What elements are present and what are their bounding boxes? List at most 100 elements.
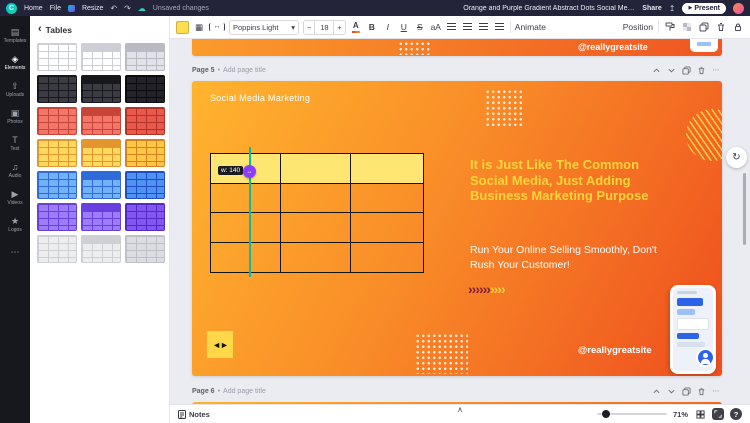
table-template-thumbnail[interactable] (37, 235, 77, 263)
panel-header[interactable]: ‹ Tables (30, 16, 169, 40)
move-page-up-button[interactable] (650, 65, 662, 76)
phone-mockup[interactable] (670, 285, 716, 374)
add-page-title[interactable]: Add page title (223, 388, 266, 395)
italic-button[interactable]: I (382, 20, 394, 34)
menu-resize[interactable]: Resize (82, 5, 103, 12)
add-page-title[interactable]: Add page title (223, 67, 266, 74)
headline-text[interactable]: It is Just Like The Common Social Media,… (470, 157, 668, 204)
table-template-thumbnail[interactable] (37, 107, 77, 135)
move-page-down-button[interactable] (665, 65, 677, 76)
menu-home[interactable]: Home (24, 5, 43, 12)
table-template-thumbnail[interactable] (37, 139, 77, 167)
page-more-button[interactable]: ⋯ (710, 65, 722, 76)
table-cell[interactable] (281, 154, 351, 184)
share-button[interactable]: Share (642, 5, 661, 12)
text-spacing-button[interactable] (494, 20, 506, 34)
grid-view-button[interactable] (694, 409, 706, 420)
move-page-up-button[interactable] (650, 386, 662, 397)
table-cell[interactable] (281, 183, 351, 213)
page-4-canvas[interactable]: @reallygreatsite (192, 39, 722, 56)
table-template-thumbnail[interactable] (125, 43, 165, 71)
delete-page-button[interactable] (695, 386, 707, 397)
table-template-thumbnail[interactable] (125, 171, 165, 199)
duplicate-button[interactable] (698, 20, 710, 34)
delete-page-button[interactable] (695, 65, 707, 76)
table-cell[interactable] (211, 213, 281, 243)
table-template-thumbnail[interactable] (81, 171, 121, 199)
cell-spacing-button[interactable]: ↔ (209, 23, 225, 31)
present-button[interactable]: ▶ Present (682, 2, 726, 14)
table-cell[interactable] (351, 184, 423, 213)
publish-icon[interactable]: ↥ (669, 4, 676, 13)
table-grid-button[interactable]: ▦ (193, 20, 205, 34)
font-size-value[interactable]: 18 (314, 20, 335, 34)
fullscreen-button[interactable] (712, 408, 724, 420)
table-template-thumbnail[interactable] (125, 203, 165, 231)
table-template-thumbnail[interactable] (125, 107, 165, 135)
sidebar-item-videos[interactable]: ▶ Videos (0, 185, 30, 211)
table-template-thumbnail[interactable] (37, 171, 77, 199)
brand-logo-badge[interactable]: ◄► (207, 331, 233, 358)
canvas[interactable]: @reallygreatsite Page 5 • Add page title… (170, 39, 750, 404)
redo-icon[interactable]: ↷ (124, 4, 131, 13)
numbered-list-button[interactable] (478, 20, 490, 34)
duplicate-page-button[interactable] (680, 386, 692, 397)
sidebar-item-text[interactable]: T Text (0, 131, 30, 157)
table-template-thumbnail[interactable] (81, 203, 121, 231)
social-handle-text[interactable]: @reallygreatsite (578, 345, 652, 356)
table-template-thumbnail[interactable] (81, 107, 121, 135)
fill-color-button[interactable] (176, 20, 189, 34)
sidebar-item-templates[interactable]: ▤ Templates (0, 23, 30, 49)
collapse-panel-button[interactable]: ∧ (457, 405, 463, 414)
canva-logo-icon[interactable]: C (6, 2, 17, 14)
font-size-decrease-button[interactable]: − (304, 21, 314, 34)
sidebar-item-logos[interactable]: ★ Logos (0, 212, 30, 238)
underline-button[interactable]: U (398, 20, 410, 34)
social-handle-text[interactable]: @reallygreatsite (578, 42, 648, 52)
table-cell[interactable] (281, 213, 351, 243)
table-template-thumbnail[interactable] (37, 43, 77, 71)
lock-button[interactable] (732, 20, 744, 34)
position-button[interactable]: Position (623, 20, 653, 34)
sidebar-item-photos[interactable]: ▣ Photos (0, 104, 30, 130)
table-template-thumbnail[interactable] (125, 75, 165, 103)
canvas-scrollbar[interactable] (743, 173, 746, 245)
table-cell[interactable] (351, 243, 423, 273)
zoom-slider[interactable] (596, 410, 667, 418)
table-template-thumbnail[interactable] (81, 43, 121, 71)
font-size-increase-button[interactable]: + (334, 21, 344, 34)
chevron-arrows-graphic[interactable]: ›››››››››› (468, 281, 506, 297)
back-icon[interactable]: ‹ (38, 24, 42, 35)
table-template-thumbnail[interactable] (81, 75, 121, 103)
table-template-thumbnail[interactable] (125, 235, 165, 263)
sidebar-item-audio[interactable]: ♫ Audio (0, 158, 30, 184)
animate-button[interactable]: Animate (515, 20, 546, 34)
phone-mockup[interactable] (690, 39, 718, 52)
zoom-level[interactable]: 71% (673, 410, 688, 419)
table-cell[interactable] (211, 183, 281, 213)
document-title[interactable]: Orange and Purple Gradient Abstract Dots… (463, 5, 635, 12)
table-cell[interactable] (351, 154, 423, 184)
table-template-thumbnail[interactable] (81, 139, 121, 167)
move-page-down-button[interactable] (665, 386, 677, 397)
sidebar-item-elements[interactable]: ◈ Elements (0, 50, 30, 76)
bold-button[interactable]: B (366, 20, 378, 34)
strikethrough-button[interactable]: S (414, 20, 426, 34)
column-resize-handle[interactable]: ↔ (243, 165, 256, 178)
transparency-button[interactable] (681, 20, 693, 34)
table-cell[interactable] (281, 242, 351, 272)
sidebar-item-uploads[interactable]: ⇧ Uploads (0, 77, 30, 103)
table-template-thumbnail[interactable] (125, 139, 165, 167)
table-template-thumbnail[interactable] (37, 75, 77, 103)
avatar[interactable] (733, 2, 744, 14)
zoom-slider-knob[interactable] (601, 410, 610, 418)
sidebar-item-more[interactable]: ⋯ (0, 239, 30, 265)
text-color-button[interactable]: A (350, 20, 362, 34)
bullet-list-button[interactable] (462, 20, 474, 34)
copy-style-button[interactable] (664, 20, 676, 34)
undo-icon[interactable]: ↶ (110, 4, 117, 13)
body-text[interactable]: Run Your Online Selling Smoothly, Don't … (470, 243, 676, 272)
table-template-thumbnail[interactable] (81, 235, 121, 263)
text-case-button[interactable]: aA (430, 20, 442, 34)
table-cell[interactable] (351, 213, 423, 243)
